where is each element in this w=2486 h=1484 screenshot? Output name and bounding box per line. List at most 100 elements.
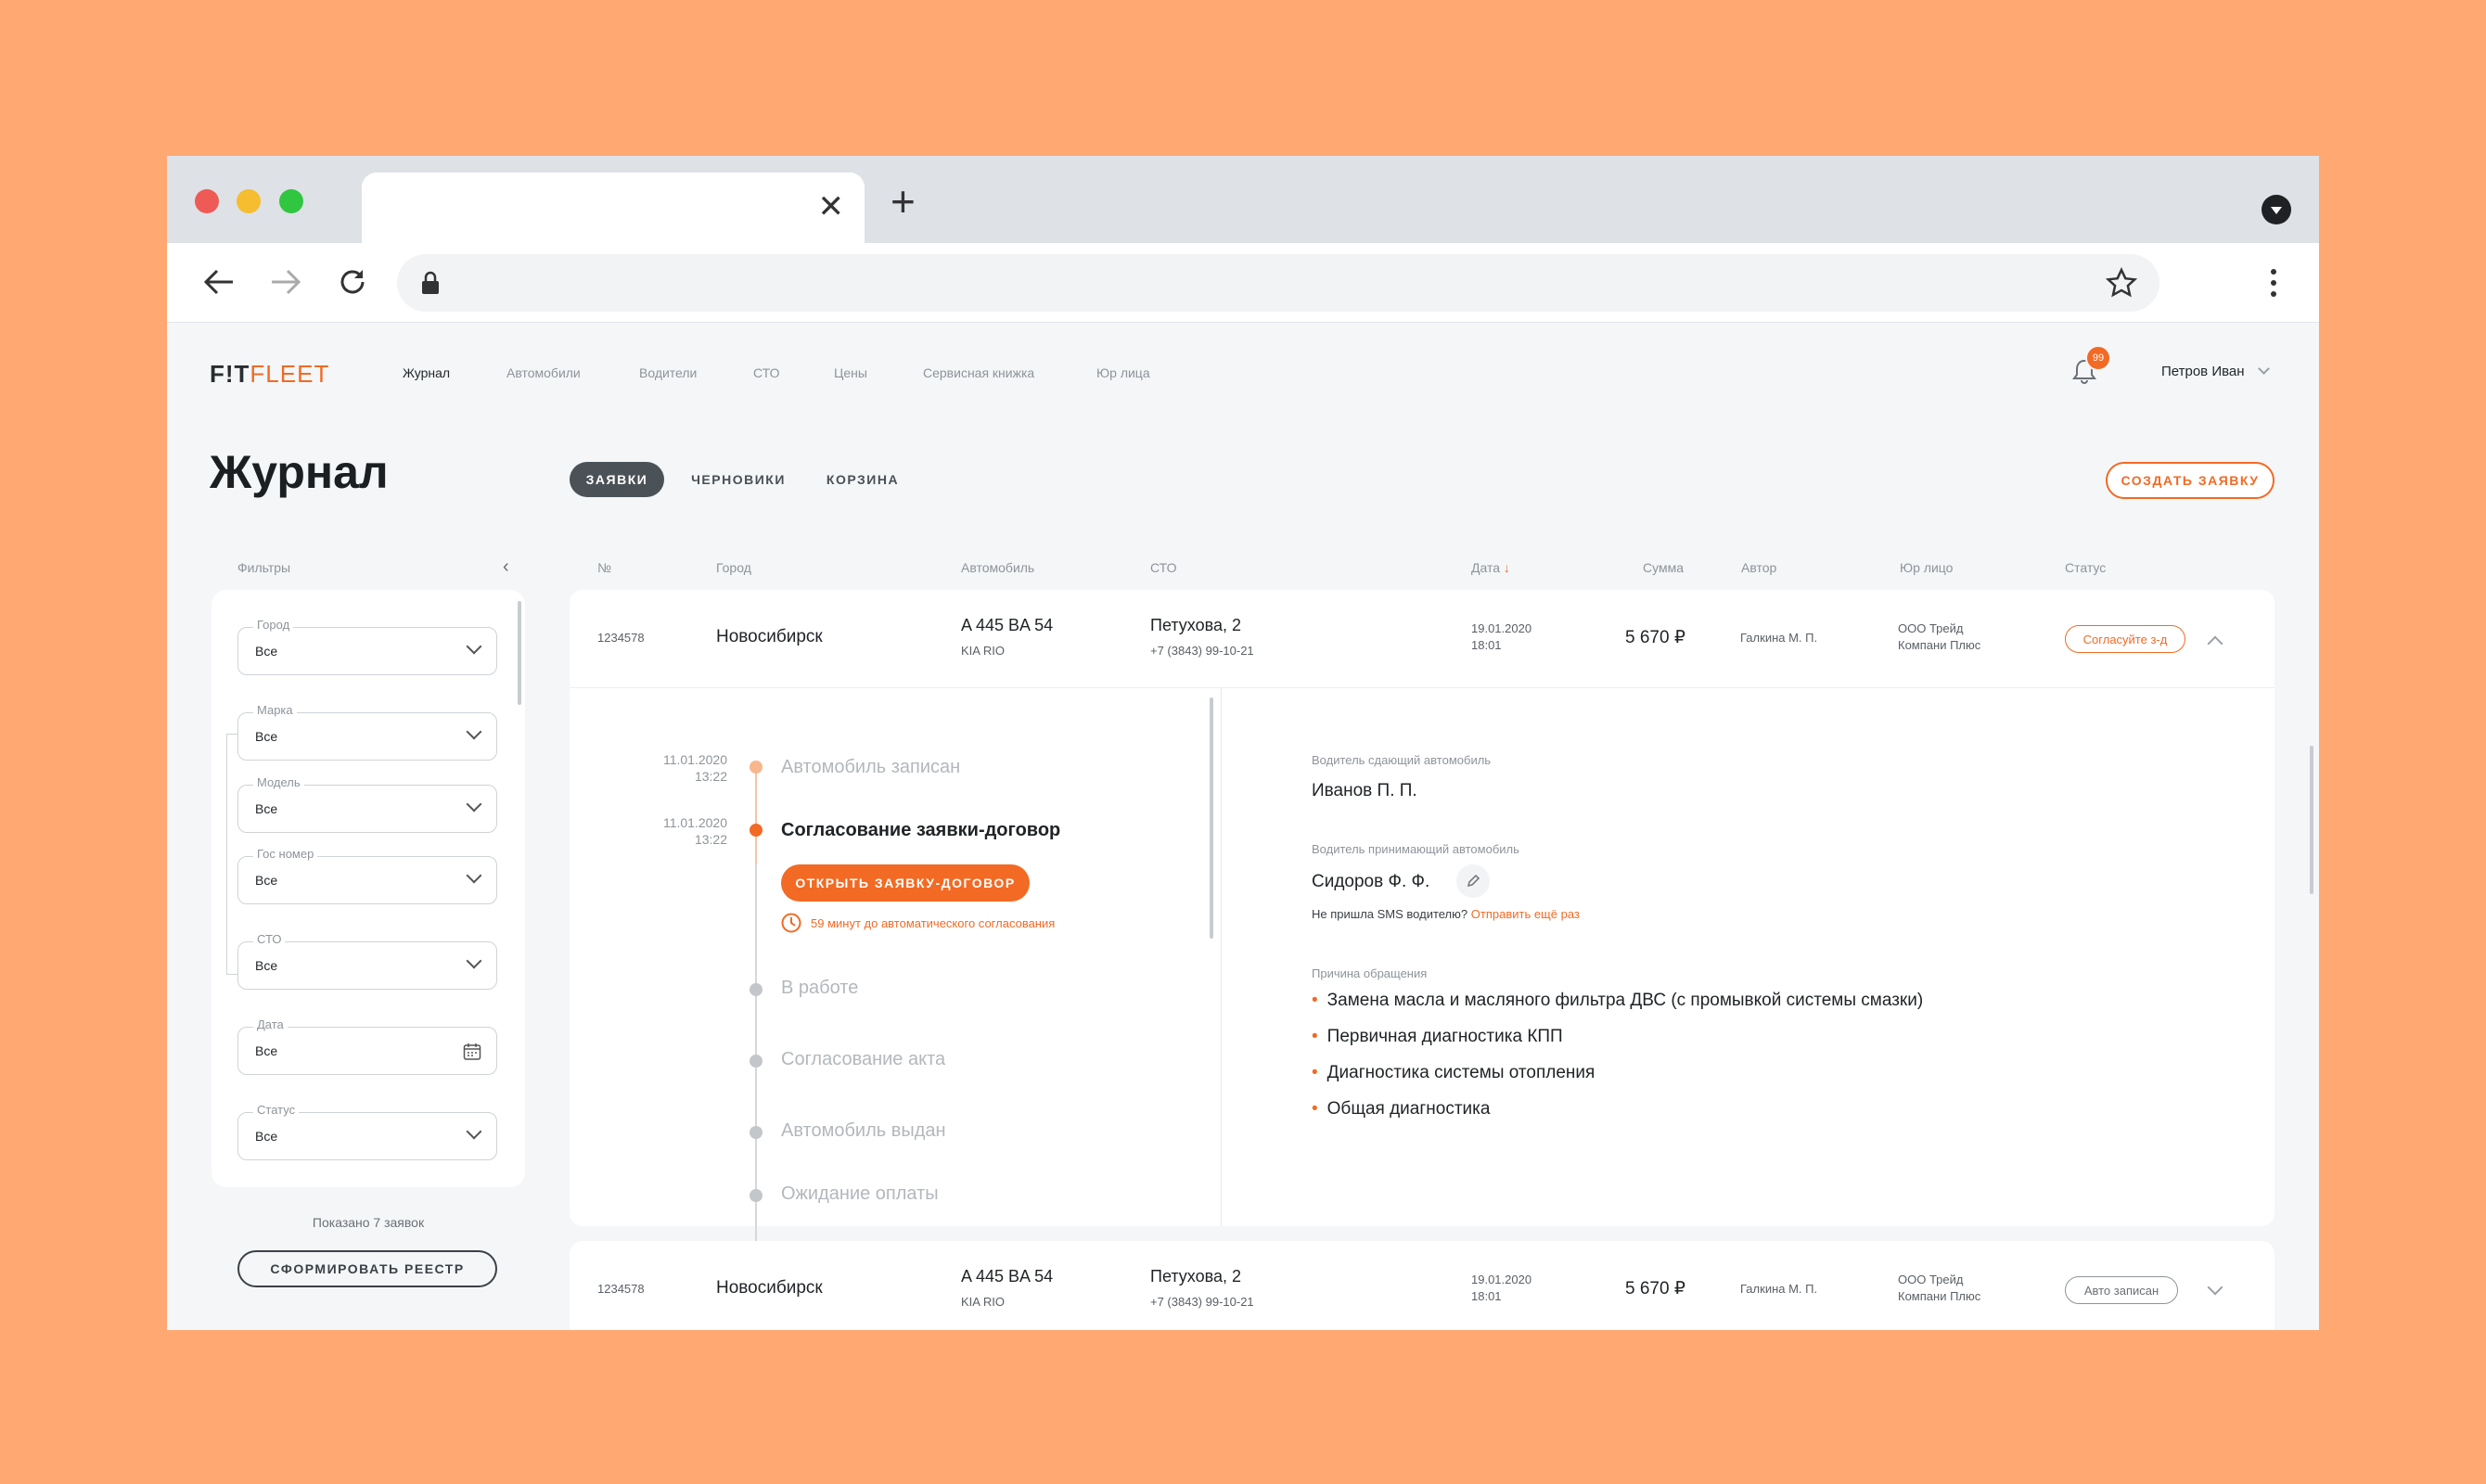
address-bar[interactable]: [397, 254, 2159, 312]
tab-drafts[interactable]: ЧЕРНОВИКИ: [683, 462, 794, 497]
new-tab-icon[interactable]: +: [891, 180, 916, 223]
row-date: 19.01.2020: [1471, 621, 1532, 635]
browser-tab-bar: ✕ +: [167, 156, 2319, 243]
nav-service-book[interactable]: Сервисная книжка: [923, 365, 1034, 380]
tab-requests[interactable]: ЗАЯВКИ: [570, 462, 664, 497]
filters-scrollbar[interactable]: [518, 601, 521, 705]
filter-plate[interactable]: Гос номер Все: [237, 847, 497, 904]
nav-prices[interactable]: Цены: [834, 365, 867, 380]
open-contract-button[interactable]: ОТКРЫТЬ ЗАЯВКУ-ДОГОВОР: [781, 864, 1030, 902]
table-row-expanded: 1234578 Новосибирск A 445 BA 54 KIA RIO …: [570, 590, 2275, 1310]
col-car[interactable]: Автомобиль: [961, 560, 1034, 575]
row-author: Галкина М. П.: [1740, 631, 1818, 645]
row-car-plate: A 445 BA 54: [961, 1267, 1054, 1286]
filter-brand[interactable]: Марка Все: [237, 703, 497, 761]
nav-legal-entities[interactable]: Юр лица: [1096, 365, 1150, 380]
chevron-up-icon[interactable]: [2207, 635, 2223, 652]
filter-label: Модель: [253, 775, 304, 789]
browser-menu-icon[interactable]: [2271, 269, 2276, 297]
chevron-down-icon[interactable]: [2207, 1279, 2223, 1296]
col-legal[interactable]: Юр лицо: [1900, 560, 1953, 575]
row-car-model: KIA RIO: [961, 1295, 1005, 1309]
nav-drivers[interactable]: Водители: [639, 365, 697, 380]
timeline-scrollbar[interactable]: [1210, 697, 1213, 939]
reason-label: Причина обращения: [1312, 966, 1428, 980]
filter-model[interactable]: Модель Все: [237, 775, 497, 833]
close-window-dot[interactable]: [195, 189, 219, 213]
auto-approve-timer: 59 минут до автоматического согласования: [781, 913, 1055, 933]
status-badge: Согласуйте з-д: [2065, 625, 2185, 653]
table-row[interactable]: 1234578 Новосибирск A 445 BA 54 KIA RIO …: [570, 1241, 2275, 1330]
bookmark-star-icon[interactable]: [2106, 267, 2137, 299]
col-city[interactable]: Город: [716, 560, 751, 575]
row-sum: 5 670 ₽: [1625, 628, 1685, 647]
timeline-dot: [750, 1055, 762, 1068]
timeline-date: 11.01.2020 13:22: [662, 815, 727, 847]
create-request-button[interactable]: СОЗДАТЬ ЗАЯВКУ: [2106, 462, 2275, 499]
col-sto[interactable]: СТО: [1150, 560, 1176, 575]
page-scrollbar[interactable]: [2310, 746, 2313, 894]
filter-value: Все: [255, 873, 278, 888]
filter-city[interactable]: Город Все: [237, 618, 497, 675]
timeline-dot: [750, 1189, 762, 1202]
back-arrow-icon[interactable]: [199, 262, 239, 302]
chevron-down-icon: [466, 723, 482, 740]
table-row[interactable]: 1234578 Новосибирск A 445 BA 54 KIA RIO …: [570, 590, 2275, 688]
notification-badge: 99: [2085, 345, 2111, 371]
nav-journal[interactable]: Журнал: [403, 365, 450, 380]
filter-label: Статус: [253, 1103, 300, 1117]
row-legal-line2: Компани Плюс: [1898, 638, 1981, 652]
chevron-down-icon: [466, 1123, 482, 1140]
chevron-down-icon: [466, 796, 482, 812]
timeline-dot-done: [750, 761, 762, 774]
row-legal-line1: ООО Трейд: [1898, 1273, 1964, 1286]
maximize-window-dot[interactable]: [279, 189, 303, 213]
row-sum: 5 670 ₽: [1625, 1279, 1685, 1298]
filter-label: Марка: [253, 703, 297, 717]
edit-driver-button[interactable]: [1456, 864, 1490, 898]
filter-value: Все: [255, 958, 278, 973]
timeline-step-awaiting-payment: Ожидание оплаты: [781, 1183, 939, 1204]
lock-icon: [422, 271, 439, 294]
forward-arrow-icon[interactable]: [265, 262, 306, 302]
reload-icon[interactable]: [332, 262, 373, 302]
timeline-step-contract-approval: Согласование заявки-договор: [781, 820, 1061, 840]
row-car-model: KIA RIO: [961, 644, 1005, 658]
nav-sto[interactable]: СТО: [753, 365, 779, 380]
resend-sms-link[interactable]: Отправить ещё раз: [1471, 907, 1580, 921]
filters-title: Фильтры: [237, 560, 291, 575]
filter-value: Все: [255, 1043, 278, 1058]
tab-search-icon[interactable]: [2262, 195, 2291, 224]
row-number: 1234578: [597, 1282, 645, 1296]
timeline-dot-current: [750, 824, 762, 837]
calendar-icon[interactable]: [463, 1043, 481, 1061]
generate-registry-button[interactable]: СФОРМИРОВАТЬ РЕЕСТР: [237, 1250, 497, 1287]
col-status[interactable]: Статус: [2065, 560, 2106, 575]
filter-status[interactable]: Статус Все: [237, 1103, 497, 1160]
driver-in-label: Водитель принимающий автомобиль: [1312, 842, 1519, 856]
tab-close-icon[interactable]: ✕: [818, 191, 845, 223]
col-sum[interactable]: Сумма: [1643, 560, 1684, 575]
row-sto-address: Петухова, 2: [1150, 616, 1241, 634]
filter-label: Гос номер: [253, 847, 318, 861]
shown-count: Показано 7 заявок: [312, 1215, 425, 1230]
chevron-down-icon: [2257, 363, 2270, 375]
col-date[interactable]: Дата ↓: [1471, 560, 1510, 575]
fitfleet-logo[interactable]: F!TFLEET: [210, 360, 329, 389]
user-menu[interactable]: Петров Иван: [2161, 363, 2270, 379]
page-title: Журнал: [210, 446, 389, 498]
collapse-filters-icon[interactable]: ‹: [503, 556, 509, 578]
col-number[interactable]: №: [597, 560, 611, 575]
nav-cars[interactable]: Автомобили: [506, 365, 581, 380]
filter-sto[interactable]: СТО Все: [237, 932, 497, 990]
col-date-label: Дата: [1471, 560, 1501, 575]
user-name: Петров Иван: [2161, 364, 2245, 379]
tab-trash[interactable]: КОРЗИНА: [816, 462, 909, 497]
browser-tab[interactable]: ✕: [362, 173, 865, 243]
minimize-window-dot[interactable]: [237, 189, 261, 213]
col-author[interactable]: Автор: [1741, 560, 1776, 575]
filter-date[interactable]: Дата Все: [237, 1017, 497, 1075]
row-date: 19.01.2020: [1471, 1273, 1532, 1286]
timeline-dot: [750, 1126, 762, 1139]
filter-label: СТО: [253, 932, 286, 946]
